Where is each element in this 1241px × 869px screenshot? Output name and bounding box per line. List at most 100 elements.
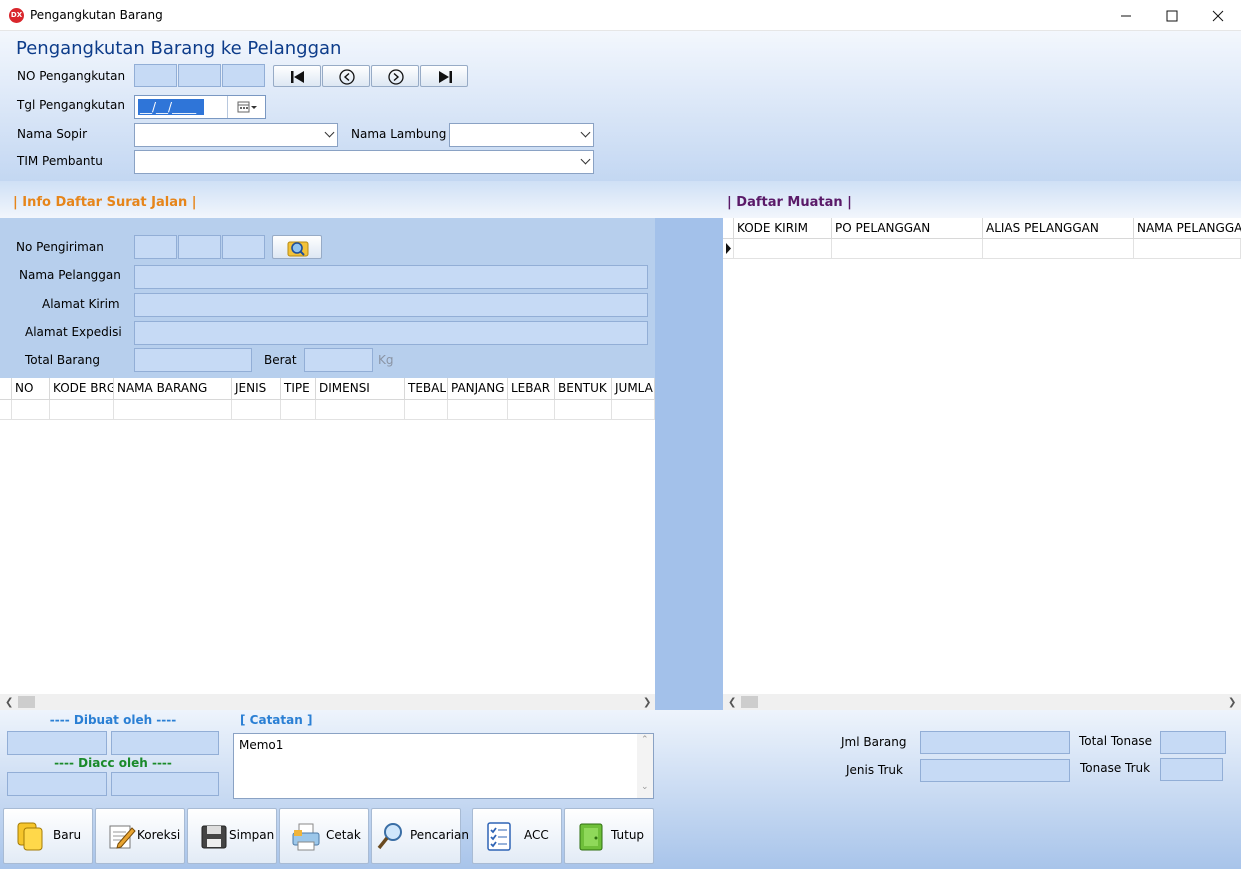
new-document-icon (17, 822, 43, 851)
title-bar: DX Pengangkutan Barang (0, 0, 1241, 31)
row-indicator-header (0, 378, 12, 399)
close-icon[interactable] (1195, 0, 1241, 31)
jml-barang-label: Jml Barang (841, 735, 907, 749)
no-pengiriman-field-3[interactable] (222, 235, 265, 259)
scroll-thumb[interactable] (741, 696, 758, 708)
edit-pencil-icon (109, 825, 136, 849)
column-header[interactable]: PANJANG (448, 378, 508, 399)
last-icon (439, 71, 452, 83)
memo-text: Memo1 (239, 738, 284, 752)
first-icon (291, 71, 304, 83)
column-header[interactable]: PO PELANGGAN (832, 218, 983, 239)
column-header[interactable]: NAMA BARANG (114, 378, 232, 399)
diacc-oleh-field-2[interactable] (111, 772, 219, 796)
prev-record-button[interactable] (322, 65, 370, 87)
maximize-icon[interactable] (1149, 0, 1195, 31)
scroll-left-icon[interactable]: ❮ (5, 697, 13, 708)
no-pengiriman-label: No Pengiriman (16, 240, 104, 254)
jenis-truk-field[interactable] (920, 759, 1070, 782)
baru-button[interactable]: Baru (3, 808, 93, 864)
column-header[interactable]: JENIS (232, 378, 281, 399)
column-header[interactable]: KODE BRG (50, 378, 114, 399)
nama-lambung-select[interactable] (449, 123, 594, 147)
catatan-memo[interactable]: Memo1 ⌃ ⌄ (233, 733, 654, 799)
no-pengiriman-field-2[interactable] (178, 235, 221, 259)
no-pengiriman-field-1[interactable] (134, 235, 177, 259)
koreksi-button[interactable]: Koreksi (95, 808, 185, 864)
diacc-oleh-field-1[interactable] (7, 772, 107, 796)
berat-field[interactable] (304, 348, 373, 372)
column-header[interactable]: NAMA PELANGGAN (1134, 218, 1241, 239)
column-header[interactable]: NO (12, 378, 50, 399)
barang-grid-scrollbar[interactable]: ❮ ❯ (0, 694, 655, 710)
first-record-button[interactable] (273, 65, 321, 87)
no-pengangkutan-field-2[interactable] (178, 64, 221, 87)
minimize-icon[interactable] (1103, 0, 1149, 31)
simpan-label: Simpan (229, 828, 275, 842)
last-record-button[interactable] (420, 65, 468, 87)
column-header[interactable]: TEBAL (405, 378, 448, 399)
current-row-icon (726, 243, 731, 254)
barang-grid-header: NO KODE BRG NAMA BARANG JENIS TIPE DIMEN… (0, 378, 655, 400)
daftar-muatan-grid[interactable]: KODE KIRIM PO PELANGGAN ALIAS PELANGGAN … (723, 218, 1241, 694)
koreksi-label: Koreksi (137, 828, 181, 842)
column-header[interactable]: LEBAR (508, 378, 555, 399)
pencarian-label: Pencarian (410, 828, 469, 842)
daftar-muatan-title: | Daftar Muatan | (727, 195, 852, 210)
total-barang-field[interactable] (134, 348, 252, 372)
cetak-button[interactable]: Cetak (279, 808, 369, 864)
no-pengangkutan-field-3[interactable] (222, 64, 265, 87)
calendar-dropdown-icon[interactable] (227, 96, 265, 118)
alamat-expedisi-field[interactable] (134, 321, 648, 345)
row-indicator-header (723, 218, 734, 239)
scroll-thumb[interactable] (18, 696, 35, 708)
next-record-button[interactable] (371, 65, 419, 87)
cetak-label: Cetak (326, 828, 361, 842)
table-row[interactable] (0, 400, 655, 421)
scroll-up-icon[interactable]: ⌃ (641, 735, 649, 745)
scroll-right-icon[interactable]: ❯ (643, 697, 651, 708)
date-value: __/__/____ (138, 99, 204, 115)
nama-sopir-label: Nama Sopir (17, 127, 88, 141)
alamat-expedisi-label: Alamat Expedisi (25, 325, 122, 339)
chevron-down-icon (580, 154, 591, 165)
simpan-button[interactable]: Simpan (187, 808, 277, 864)
dibuat-oleh-field-2[interactable] (111, 731, 219, 755)
tonase-truk-field[interactable] (1160, 758, 1223, 781)
column-header[interactable]: ALIAS PELANGGAN (983, 218, 1134, 239)
scroll-right-icon[interactable]: ❯ (1228, 697, 1236, 708)
prev-icon (339, 69, 355, 85)
column-header[interactable]: JUMLAH (612, 378, 655, 399)
checklist-icon (487, 822, 511, 851)
barang-grid[interactable]: NO KODE BRG NAMA BARANG JENIS TIPE DIMEN… (0, 378, 655, 694)
nama-pelanggan-label: Nama Pelanggan (19, 268, 121, 282)
close-door-icon (579, 823, 603, 851)
pencarian-button[interactable]: Pencarian (371, 808, 469, 864)
info-surat-jalan-title: | Info Daftar Surat Jalan | (13, 195, 197, 210)
tim-pembantu-select[interactable] (134, 150, 594, 174)
column-header[interactable]: DIMENSI (316, 378, 405, 399)
table-row[interactable] (723, 239, 1241, 260)
jml-barang-field[interactable] (920, 731, 1070, 754)
total-tonase-field[interactable] (1160, 731, 1226, 754)
nama-sopir-select[interactable] (134, 123, 338, 147)
tutup-button[interactable]: Tutup (564, 808, 654, 864)
daftar-muatan-scrollbar[interactable]: ❮ ❯ (723, 694, 1241, 710)
scroll-down-icon[interactable]: ⌄ (641, 782, 649, 792)
acc-button[interactable]: ACC (472, 808, 562, 864)
window-title: Pengangkutan Barang (30, 8, 163, 22)
column-header[interactable]: TIPE (281, 378, 316, 399)
app-icon: DX (9, 8, 24, 23)
scroll-left-icon[interactable]: ❮ (728, 697, 736, 708)
search-pengiriman-button[interactable] (272, 235, 322, 259)
memo-scrollbar[interactable]: ⌃ ⌄ (637, 734, 653, 798)
nama-pelanggan-field[interactable] (134, 265, 648, 289)
no-pengangkutan-field-1[interactable] (134, 64, 177, 87)
column-header[interactable]: BENTUK (555, 378, 612, 399)
dibuat-oleh-field-1[interactable] (7, 731, 107, 755)
tonase-truk-label: Tonase Truk (1080, 761, 1151, 775)
tgl-pengangkutan-input[interactable]: __/__/____ (134, 95, 266, 119)
alamat-kirim-field[interactable] (134, 293, 648, 317)
chevron-down-icon (580, 127, 591, 138)
column-header[interactable]: KODE KIRIM (734, 218, 832, 239)
